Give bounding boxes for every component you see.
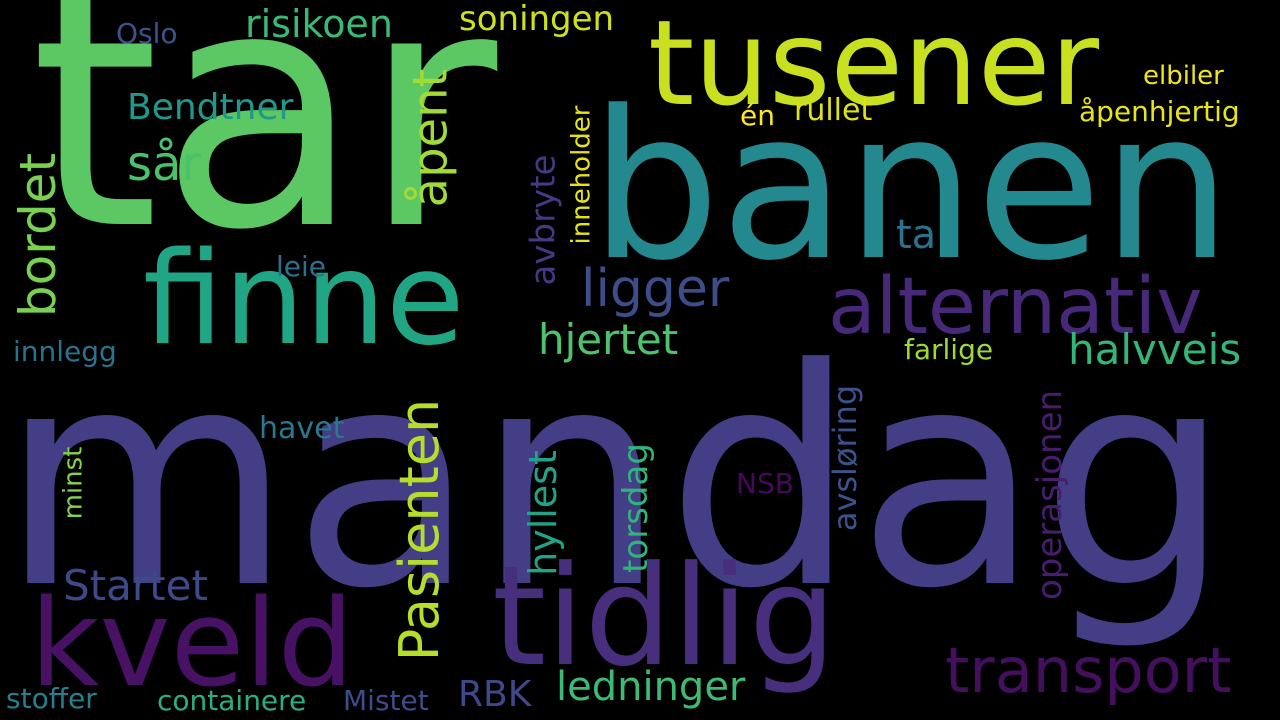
word-rbk: RBK <box>458 674 532 715</box>
word-minst: minst <box>57 446 88 520</box>
word-inneholder: inneholder <box>565 105 596 245</box>
word-ledninger: ledninger <box>556 664 746 710</box>
word-elbiler: elbiler <box>1143 61 1224 91</box>
word-nsb: NSB <box>736 467 794 500</box>
word-halvveis: halvveis <box>1068 325 1242 374</box>
word-transport: transport <box>945 634 1232 707</box>
word-ligger: ligger <box>581 259 730 319</box>
word-hjertet: hjertet <box>538 315 679 364</box>
word-leie: leie <box>276 250 327 283</box>
word-apent: åpent <box>401 68 458 208</box>
word-avbryte: avbryte <box>522 154 563 286</box>
word-operasjonen: operasjonen <box>1030 389 1071 601</box>
word-avsloring: avsløring <box>826 384 865 532</box>
word-rullet: rullet <box>794 93 873 128</box>
word-tusener: tusener <box>648 0 1100 132</box>
word-pasienten: Pasienten <box>388 398 452 662</box>
word-mistet: Mistet <box>343 684 429 717</box>
word-en: én <box>740 99 775 132</box>
word-farlige: farlige <box>904 333 994 366</box>
word-bendtner: Bendtner <box>127 87 294 128</box>
word-havet: havet <box>259 411 345 446</box>
word-stoffer: stoffer <box>6 682 97 715</box>
word-oslo: Oslo <box>116 17 178 50</box>
word-bordet: bordet <box>9 152 68 318</box>
word-soningen: soningen <box>459 0 615 39</box>
word-risikoen: risikoen <box>245 2 393 46</box>
word-ta: ta <box>896 212 937 258</box>
word-apenhjertig: åpenhjertig <box>1079 95 1240 128</box>
word-torsdag: torsdag <box>615 443 656 573</box>
word-containere: containere <box>157 684 307 717</box>
word-hyllest: hyllest <box>520 450 565 576</box>
word-innlegg: innlegg <box>13 335 117 368</box>
word-cloud: mandag tar banen tusener finne tidlig kv… <box>0 0 1280 720</box>
word-startet: Startet <box>63 561 208 610</box>
word-sar: sår <box>127 136 202 192</box>
